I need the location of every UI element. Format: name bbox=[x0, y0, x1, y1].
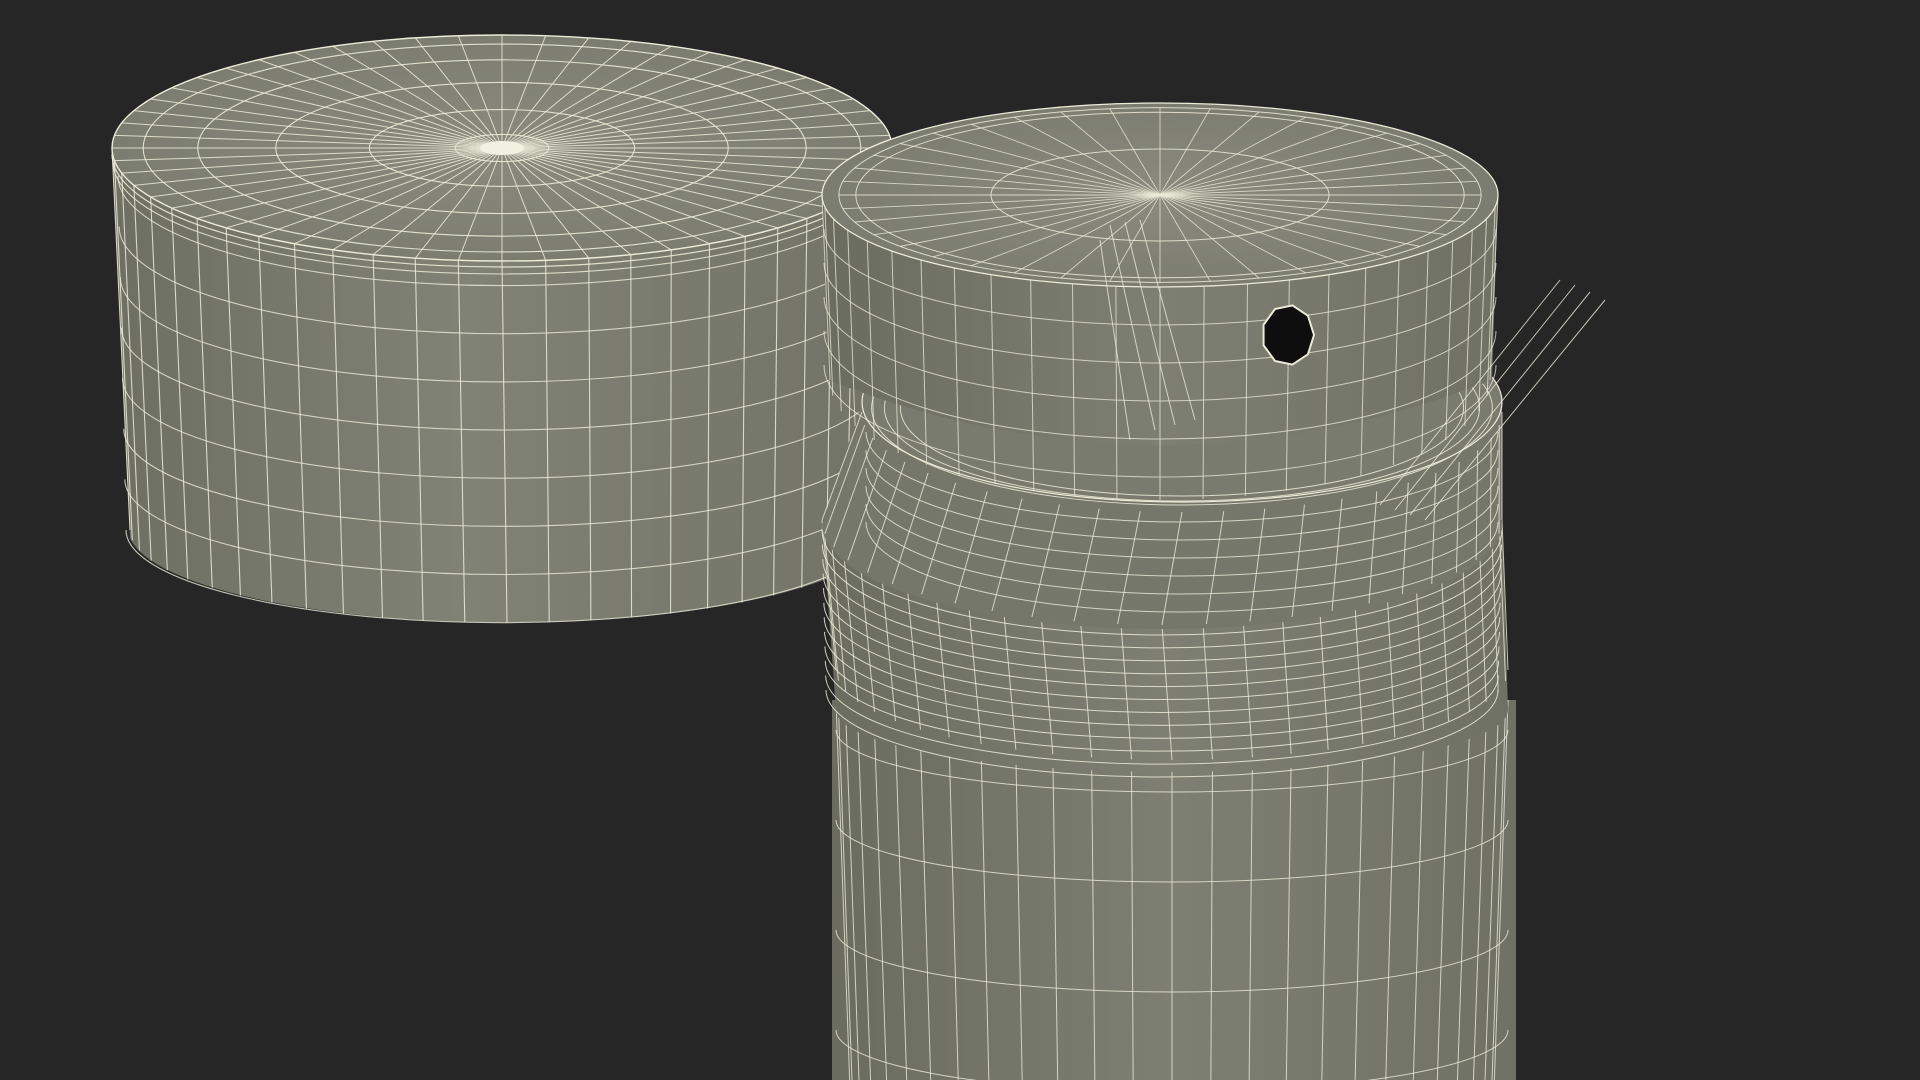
scene-canvas bbox=[111, 34, 1606, 1080]
wireframe-render-viewport bbox=[0, 0, 1920, 1080]
spray-hole-icon bbox=[1262, 304, 1316, 366]
cap-top-center-pole bbox=[480, 141, 524, 155]
spray-can-model bbox=[821, 102, 1606, 1080]
cap-side-wire bbox=[670, 249, 672, 614]
can-collar-wire bbox=[1489, 437, 1492, 548]
cap-model bbox=[111, 34, 893, 624]
cap-side-wire bbox=[630, 254, 633, 618]
